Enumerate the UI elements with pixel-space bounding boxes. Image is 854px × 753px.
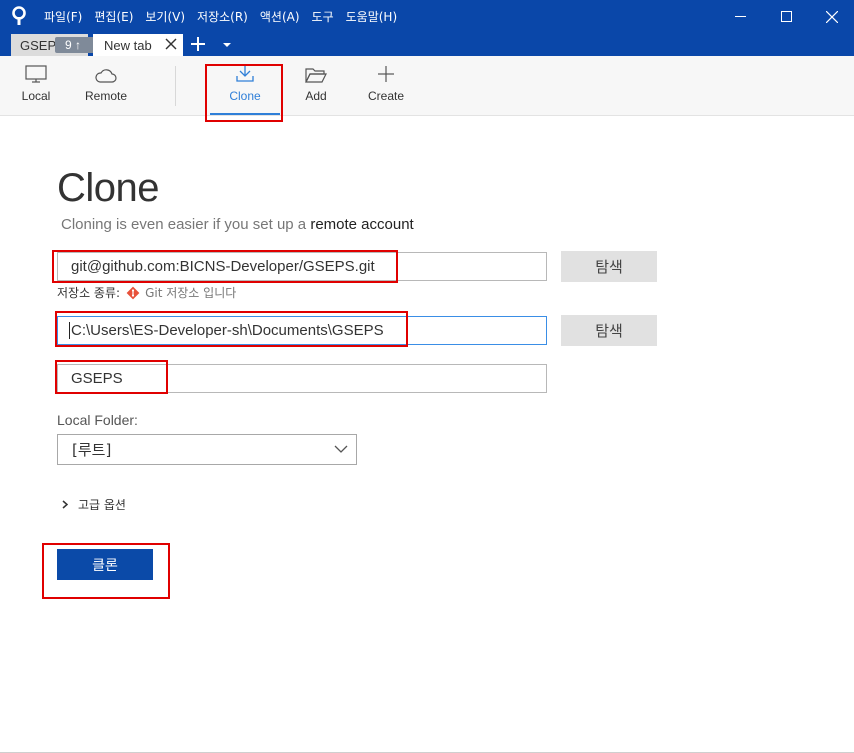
monitor-icon [25,65,47,83]
ahead-count-badge: 9 ↑ [55,37,95,53]
maximize-button[interactable] [763,0,809,33]
subtitle-text: Cloning is even easier if you set up a [61,216,307,233]
menu-file[interactable]: 파일(F) [44,8,82,25]
browse-source-button[interactable]: 탐색 [561,251,657,282]
destination-path-input[interactable]: C:\Users\ES-Developer-sh\Documents\GSEPS [57,316,547,345]
browse-destination-button[interactable]: 탐색 [561,315,657,346]
local-label: Local [21,89,51,103]
tab-bar: GSEP 9 ↑ New tab [0,33,854,56]
active-tab-indicator [210,113,280,115]
toolbar: Local Remote Clone Add Create [0,56,854,116]
tab-new[interactable]: New tab [93,34,183,56]
remote-button[interactable]: Remote [80,56,132,116]
tab-label: GSEP [20,37,57,53]
local-button[interactable]: Local [16,56,56,116]
plus-icon [378,66,394,82]
menu-bar: 파일(F) 편집(E) 보기(V) 저장소(R) 액션(A) 도구 도움말(H) [44,8,409,25]
add-label: Add [305,89,327,103]
cloud-icon [95,69,117,83]
tab-list-dropdown-icon[interactable] [222,41,232,49]
close-tab-icon[interactable] [165,38,177,50]
menu-repository[interactable]: 저장소(R) [197,8,248,25]
local-folder-value: [루트] [72,441,112,459]
clone-label: Clone [229,89,261,103]
repo-type-label: 저장소 종류: [57,286,121,300]
maximize-icon [780,11,792,22]
minimize-icon [734,16,746,17]
local-folder-label: Local Folder: [57,412,138,428]
create-label: Create [367,89,405,103]
remote-account-link[interactable]: remote account [310,216,413,233]
git-icon [126,286,140,299]
menu-edit[interactable]: 편집(E) [94,8,133,25]
tab-label: New tab [104,37,152,53]
page-title: Clone [57,166,160,210]
close-window-button[interactable] [809,0,854,33]
close-icon [826,10,838,23]
menu-help[interactable]: 도움말(H) [346,8,398,25]
sourcetree-logo-icon [12,6,26,25]
menu-tools[interactable]: 도구 [312,8,334,25]
bookmark-name-input[interactable]: GSEPS [57,364,547,393]
download-icon [236,64,254,82]
chevron-down-icon [334,445,348,453]
repo-type-value: Git 저장소 입니다 [145,286,237,300]
folder-open-icon [305,68,327,83]
chevron-right-icon [62,500,68,509]
create-button[interactable]: Create [362,56,410,116]
text-caret [69,322,70,339]
add-tab-icon[interactable] [189,35,207,53]
add-button[interactable]: Add [296,56,336,116]
title-bar: 파일(F) 편집(E) 보기(V) 저장소(R) 액션(A) 도구 도움말(H) [0,0,854,33]
repo-type-info: 저장소 종류: Git 저장소 입니다 [57,284,236,301]
menu-view[interactable]: 보기(V) [145,8,185,25]
destination-path-value: C:\Users\ES-Developer-sh\Documents\GSEPS [71,322,384,339]
clone-tab-button[interactable]: Clone [210,56,280,116]
tab-gsep[interactable]: GSEP 9 ↑ [11,34,95,56]
local-folder-select[interactable]: [루트] [57,434,357,465]
toolbar-divider [175,66,176,106]
menu-actions[interactable]: 액션(A) [260,8,300,25]
source-url-input[interactable]: git@github.com:BICNS-Developer/GSEPS.git [57,252,547,281]
minimize-button[interactable] [717,0,763,33]
remote-label: Remote [84,89,128,103]
advanced-options-label: 고급 옵션 [78,498,126,512]
page-subtitle: Cloning is even easier if you set up a r… [61,216,414,233]
clone-button[interactable]: 클론 [57,549,153,580]
advanced-options-toggle[interactable]: 고급 옵션 [62,496,126,513]
